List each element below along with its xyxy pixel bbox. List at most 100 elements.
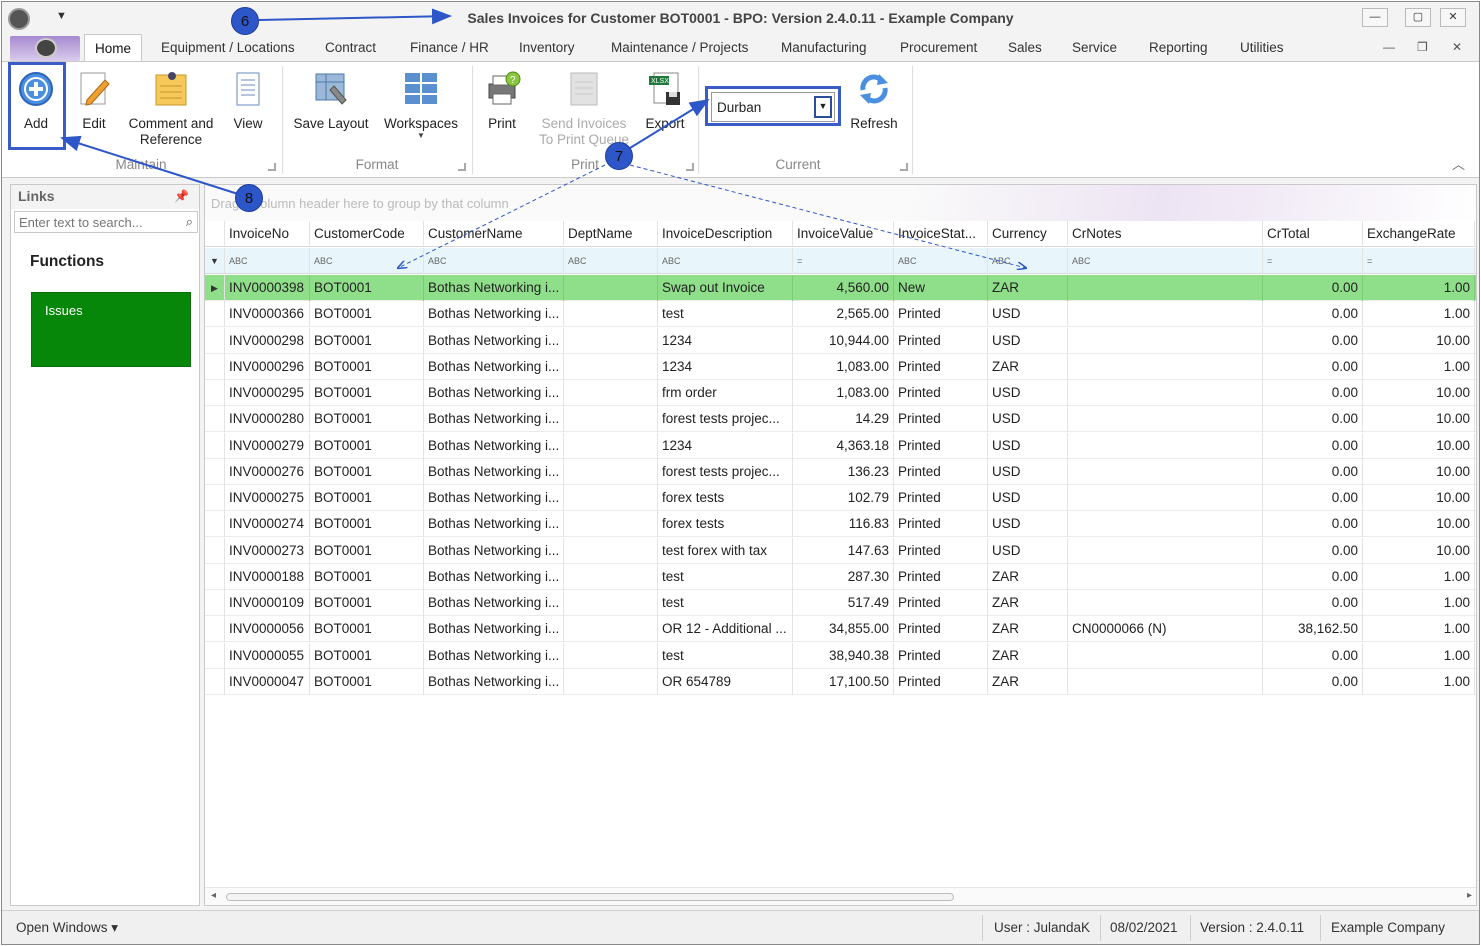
cell-invoice-value[interactable]: 4,363.18 (793, 432, 894, 459)
tab-service[interactable]: Service (1062, 34, 1127, 61)
cell-customer-code[interactable]: BOT0001 (310, 537, 424, 564)
column-header-cr-notes[interactable]: CrNotes (1068, 221, 1263, 247)
table-row[interactable]: INV0000109 BOT0001 Bothas Networking i... t… (205, 590, 1476, 616)
tab-maintenance-projects[interactable]: Maintenance / Projects (601, 34, 758, 61)
maintain-launcher-icon[interactable] (268, 163, 276, 171)
cell-cr-notes[interactable] (1068, 668, 1263, 695)
cell-invoice-description[interactable]: frm order (658, 380, 793, 406)
cell-cr-notes[interactable] (1068, 406, 1263, 433)
cell-cr-total[interactable]: 0.00 (1263, 406, 1363, 433)
cell-invoice-description[interactable]: forest tests projec... (658, 406, 793, 433)
table-row[interactable]: INV0000055 BOT0001 Bothas Networking i... t… (205, 642, 1476, 669)
cell-invoice-no[interactable]: INV0000273 (225, 537, 310, 564)
cell-dept-name[interactable] (564, 406, 658, 433)
filter-cell-invoice-description[interactable]: ABC (658, 248, 793, 274)
cell-customer-code[interactable]: BOT0001 (310, 301, 424, 328)
cell-exchange-rate[interactable]: 10.00 (1363, 406, 1475, 433)
cell-invoice-value[interactable]: 17,100.50 (793, 668, 894, 695)
cell-invoice-no[interactable]: INV0000279 (225, 432, 310, 459)
row-indicator[interactable] (205, 511, 225, 538)
cell-invoice-status[interactable]: Printed (894, 563, 988, 590)
column-header-currency[interactable]: Currency (988, 221, 1068, 247)
row-indicator[interactable] (205, 537, 225, 564)
cell-customer-code[interactable]: BOT0001 (310, 275, 424, 301)
print-launcher-icon[interactable] (686, 163, 694, 171)
mdi-minimize-icon[interactable]: — (1383, 40, 1395, 54)
tab-equipment-locations[interactable]: Equipment / Locations (151, 34, 305, 61)
row-indicator[interactable]: ▶ (205, 275, 225, 301)
row-indicator[interactable] (205, 327, 225, 354)
minimize-button[interactable]: — (1362, 8, 1388, 27)
tab-utilities[interactable]: Utilities (1230, 34, 1294, 61)
tab-contract[interactable]: Contract (315, 34, 386, 61)
cell-customer-name[interactable]: Bothas Networking i... (424, 353, 564, 380)
mdi-restore-icon[interactable]: ❐ (1417, 40, 1428, 54)
cell-customer-code[interactable]: BOT0001 (310, 590, 424, 616)
cell-cr-total[interactable]: 0.00 (1263, 590, 1363, 616)
row-indicator[interactable] (205, 642, 225, 669)
cell-currency[interactable]: ZAR (988, 563, 1068, 590)
print-button[interactable]: ? Print (480, 70, 524, 131)
tab-home[interactable]: Home (84, 34, 143, 61)
cell-exchange-rate[interactable]: 1.00 (1363, 590, 1475, 616)
row-indicator[interactable] (205, 380, 225, 406)
cell-cr-notes[interactable] (1068, 301, 1263, 328)
column-header-customer-name[interactable]: CustomerName (424, 221, 564, 247)
cell-cr-notes[interactable] (1068, 353, 1263, 380)
cell-cr-notes[interactable] (1068, 327, 1263, 354)
cell-invoice-description[interactable]: forex tests (658, 485, 793, 511)
cell-invoice-description[interactable]: test (658, 590, 793, 616)
cell-exchange-rate[interactable]: 1.00 (1363, 301, 1475, 328)
filter-cell-dept-name[interactable]: ABC (564, 248, 658, 274)
cell-cr-notes[interactable] (1068, 537, 1263, 564)
cell-invoice-description[interactable]: test (658, 642, 793, 669)
cell-invoice-status[interactable]: Printed (894, 668, 988, 695)
cell-cr-notes[interactable] (1068, 432, 1263, 459)
row-indicator[interactable] (205, 485, 225, 511)
cell-customer-code[interactable]: BOT0001 (310, 563, 424, 590)
table-row[interactable]: INV0000275 BOT0001 Bothas Networking i... f… (205, 485, 1476, 511)
column-header-dept-name[interactable]: DeptName (564, 221, 658, 247)
cell-invoice-status[interactable]: Printed (894, 380, 988, 406)
cell-invoice-description[interactable]: 1234 (658, 353, 793, 380)
cell-customer-code[interactable]: BOT0001 (310, 327, 424, 354)
cell-exchange-rate[interactable]: 1.00 (1363, 616, 1475, 643)
cell-dept-name[interactable] (564, 327, 658, 354)
cell-invoice-no[interactable]: INV0000188 (225, 563, 310, 590)
column-header-invoice-value[interactable]: InvoiceValue (793, 221, 894, 247)
cell-invoice-value[interactable]: 102.79 (793, 485, 894, 511)
issues-tile[interactable]: Issues (31, 292, 191, 367)
cell-customer-name[interactable]: Bothas Networking i... (424, 511, 564, 538)
tab-manufacturing[interactable]: Manufacturing (771, 34, 877, 61)
close-button[interactable]: ✕ (1440, 8, 1466, 27)
cell-customer-name[interactable]: Bothas Networking i... (424, 380, 564, 406)
cell-invoice-status[interactable]: Printed (894, 327, 988, 354)
column-header-invoice-description[interactable]: InvoiceDescription (658, 221, 793, 247)
links-search[interactable]: ⌕ (14, 211, 198, 233)
table-row[interactable]: INV0000298 BOT0001 Bothas Networking i... 1… (205, 327, 1476, 354)
cell-currency[interactable]: ZAR (988, 642, 1068, 669)
cell-cr-total[interactable]: 0.00 (1263, 642, 1363, 669)
filter-cell-cr-notes[interactable]: ABC (1068, 248, 1263, 274)
cell-invoice-no[interactable]: INV0000274 (225, 511, 310, 538)
table-row[interactable]: INV0000276 BOT0001 Bothas Networking i... f… (205, 458, 1476, 485)
collapse-ribbon-icon[interactable]: ︿ (1452, 154, 1465, 173)
maximize-button[interactable]: ▢ (1405, 8, 1431, 27)
cell-currency[interactable]: USD (988, 406, 1068, 433)
send-invoices-button[interactable]: Send Invoices To Print Queue (534, 70, 634, 148)
cell-cr-notes[interactable] (1068, 275, 1263, 301)
cell-cr-total[interactable]: 0.00 (1263, 485, 1363, 511)
cell-cr-total[interactable]: 38,162.50 (1263, 616, 1363, 643)
application-menu-button[interactable] (10, 36, 80, 61)
cell-cr-total[interactable]: 0.00 (1263, 301, 1363, 328)
cell-invoice-no[interactable]: INV0000280 (225, 406, 310, 433)
cell-exchange-rate[interactable]: 1.00 (1363, 353, 1475, 380)
cell-invoice-no[interactable]: INV0000055 (225, 642, 310, 669)
cell-invoice-no[interactable]: INV0000366 (225, 301, 310, 328)
cell-customer-name[interactable]: Bothas Networking i... (424, 301, 564, 328)
cell-invoice-status[interactable]: Printed (894, 537, 988, 564)
cell-invoice-status[interactable]: Printed (894, 458, 988, 485)
cell-cr-total[interactable]: 0.00 (1263, 458, 1363, 485)
cell-exchange-rate[interactable]: 10.00 (1363, 511, 1475, 538)
cell-invoice-description[interactable]: 1234 (658, 327, 793, 354)
